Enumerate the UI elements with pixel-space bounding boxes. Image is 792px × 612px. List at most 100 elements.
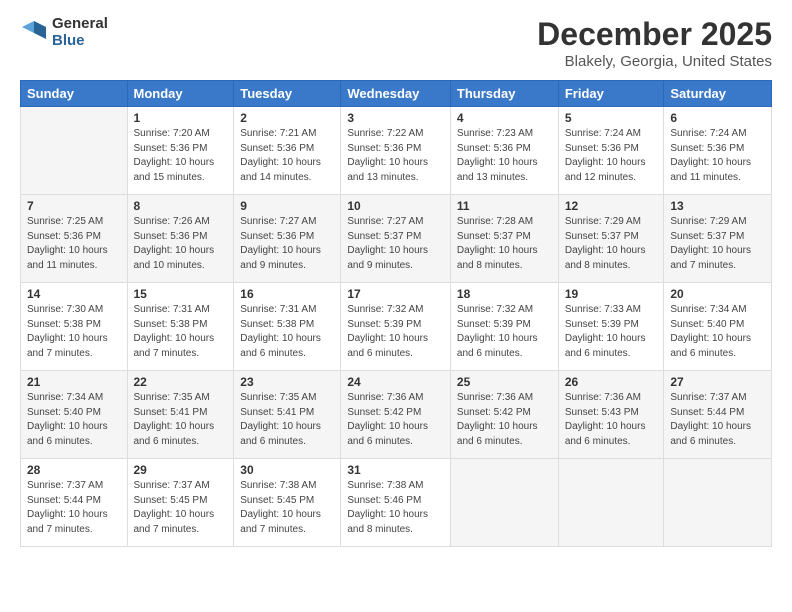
table-row: 14Sunrise: 7:30 AMSunset: 5:38 PMDayligh… [21, 283, 128, 371]
day-info: Sunrise: 7:36 AMSunset: 5:42 PMDaylight:… [457, 391, 552, 449]
day-info: Sunrise: 7:20 AMSunset: 5:36 PMDaylight:… [134, 127, 228, 185]
calendar-table: Sunday Monday Tuesday Wednesday Thursday… [20, 80, 772, 547]
col-tuesday: Tuesday [234, 81, 341, 107]
table-row: 31 Sunrise: 7:38 AMSunset: 5:46 PMDayligh… [341, 459, 451, 547]
day-number: 29 [134, 463, 228, 477]
day-info: Sunrise: 7:28 AMSunset: 5:37 PMDaylight:… [457, 215, 552, 273]
table-row: 3 Sunrise: 7:22 AMSunset: 5:36 PMDaylight… [341, 107, 451, 195]
table-row: 21Sunrise: 7:34 AMSunset: 5:40 PMDayligh… [21, 371, 128, 459]
day-number: 1 [134, 111, 228, 125]
logo-blue-text: Blue [52, 33, 108, 50]
day-number: 30 [240, 463, 334, 477]
table-row: 18 Sunrise: 7:32 AMSunset: 5:39 PMDayligh… [450, 283, 558, 371]
logo-icon [20, 19, 48, 47]
day-number: 22 [134, 375, 228, 389]
day-info: Sunrise: 7:31 AMSunset: 5:38 PMDaylight:… [134, 303, 228, 361]
table-row: 6 Sunrise: 7:24 AMSunset: 5:36 PMDaylight… [664, 107, 772, 195]
day-number: 17 [347, 287, 444, 301]
day-number: 5 [565, 111, 658, 125]
col-monday: Monday [127, 81, 234, 107]
table-row [664, 459, 772, 547]
table-row: 13 Sunrise: 7:29 AMSunset: 5:37 PMDayligh… [664, 195, 772, 283]
col-wednesday: Wednesday [341, 81, 451, 107]
calendar-week-row: 14Sunrise: 7:30 AMSunset: 5:38 PMDayligh… [21, 283, 772, 371]
table-row: 26 Sunrise: 7:36 AMSunset: 5:43 PMDayligh… [558, 371, 664, 459]
table-row: 23Sunrise: 7:35 AMSunset: 5:41 PMDayligh… [234, 371, 341, 459]
day-info: Sunrise: 7:21 AMSunset: 5:36 PMDaylight:… [240, 127, 334, 185]
page: General Blue December 2025 Blakely, Geor… [0, 0, 792, 612]
subtitle: Blakely, Georgia, United States [537, 53, 772, 70]
day-info: Sunrise: 7:32 AMSunset: 5:39 PMDaylight:… [457, 303, 552, 361]
col-saturday: Saturday [664, 81, 772, 107]
calendar-week-row: 7 Sunrise: 7:25 AMSunset: 5:36 PMDaylight… [21, 195, 772, 283]
day-number: 18 [457, 287, 552, 301]
day-number: 7 [27, 199, 121, 213]
day-number: 12 [565, 199, 658, 213]
logo: General Blue [20, 16, 108, 49]
table-row: 4 Sunrise: 7:23 AMSunset: 5:36 PMDaylight… [450, 107, 558, 195]
day-number: 6 [670, 111, 765, 125]
day-info: Sunrise: 7:27 AMSunset: 5:37 PMDaylight:… [347, 215, 444, 273]
table-row [450, 459, 558, 547]
day-info: Sunrise: 7:38 AMSunset: 5:45 PMDaylight:… [240, 479, 334, 537]
day-number: 25 [457, 375, 552, 389]
col-friday: Friday [558, 81, 664, 107]
day-number: 31 [347, 463, 444, 477]
day-info: Sunrise: 7:30 AMSunset: 5:38 PMDaylight:… [27, 303, 121, 361]
day-info: Sunrise: 7:35 AMSunset: 5:41 PMDaylight:… [240, 391, 334, 449]
day-number: 26 [565, 375, 658, 389]
day-info: Sunrise: 7:36 AMSunset: 5:42 PMDaylight:… [347, 391, 444, 449]
table-row: 8Sunrise: 7:26 AMSunset: 5:36 PMDaylight… [127, 195, 234, 283]
day-info: Sunrise: 7:27 AMSunset: 5:36 PMDaylight:… [240, 215, 334, 273]
table-row: 7 Sunrise: 7:25 AMSunset: 5:36 PMDaylight… [21, 195, 128, 283]
day-number: 10 [347, 199, 444, 213]
table-row: 10 Sunrise: 7:27 AMSunset: 5:37 PMDayligh… [341, 195, 451, 283]
col-sunday: Sunday [21, 81, 128, 107]
day-info: Sunrise: 7:25 AMSunset: 5:36 PMDaylight:… [27, 215, 121, 273]
day-number: 11 [457, 199, 552, 213]
table-row: 5 Sunrise: 7:24 AMSunset: 5:36 PMDaylight… [558, 107, 664, 195]
title-block: December 2025 Blakely, Georgia, United S… [537, 16, 772, 70]
table-row: 30 Sunrise: 7:38 AMSunset: 5:45 PMDayligh… [234, 459, 341, 547]
day-info: Sunrise: 7:23 AMSunset: 5:36 PMDaylight:… [457, 127, 552, 185]
calendar-header-row: Sunday Monday Tuesday Wednesday Thursday… [21, 81, 772, 107]
day-info: Sunrise: 7:29 AMSunset: 5:37 PMDaylight:… [670, 215, 765, 273]
day-number: 4 [457, 111, 552, 125]
day-info: Sunrise: 7:38 AMSunset: 5:46 PMDaylight:… [347, 479, 444, 537]
day-info: Sunrise: 7:37 AMSunset: 5:45 PMDaylight:… [134, 479, 228, 537]
day-number: 8 [134, 199, 228, 213]
day-info: Sunrise: 7:37 AMSunset: 5:44 PMDaylight:… [670, 391, 765, 449]
table-row: 11 Sunrise: 7:28 AMSunset: 5:37 PMDayligh… [450, 195, 558, 283]
day-info: Sunrise: 7:32 AMSunset: 5:39 PMDaylight:… [347, 303, 444, 361]
day-number: 24 [347, 375, 444, 389]
day-info: Sunrise: 7:37 AMSunset: 5:44 PMDaylight:… [27, 479, 121, 537]
table-row: 20Sunrise: 7:34 AMSunset: 5:40 PMDayligh… [664, 283, 772, 371]
day-number: 19 [565, 287, 658, 301]
day-number: 13 [670, 199, 765, 213]
table-row: 17 Sunrise: 7:32 AMSunset: 5:39 PMDayligh… [341, 283, 451, 371]
table-row: 28 Sunrise: 7:37 AMSunset: 5:44 PMDayligh… [21, 459, 128, 547]
table-row: 2Sunrise: 7:21 AMSunset: 5:36 PMDaylight… [234, 107, 341, 195]
day-info: Sunrise: 7:22 AMSunset: 5:36 PMDaylight:… [347, 127, 444, 185]
day-number: 3 [347, 111, 444, 125]
day-number: 9 [240, 199, 334, 213]
table-row: 1 Sunrise: 7:20 AMSunset: 5:36 PMDaylight… [127, 107, 234, 195]
day-info: Sunrise: 7:31 AMSunset: 5:38 PMDaylight:… [240, 303, 334, 361]
table-row: 25 Sunrise: 7:36 AMSunset: 5:42 PMDayligh… [450, 371, 558, 459]
logo-text: General Blue [52, 16, 108, 49]
calendar-week-row: 28 Sunrise: 7:37 AMSunset: 5:44 PMDayligh… [21, 459, 772, 547]
day-info: Sunrise: 7:35 AMSunset: 5:41 PMDaylight:… [134, 391, 228, 449]
day-number: 27 [670, 375, 765, 389]
day-info: Sunrise: 7:24 AMSunset: 5:36 PMDaylight:… [565, 127, 658, 185]
table-row: 24 Sunrise: 7:36 AMSunset: 5:42 PMDayligh… [341, 371, 451, 459]
table-row: 15 Sunrise: 7:31 AMSunset: 5:38 PMDayligh… [127, 283, 234, 371]
day-number: 15 [134, 287, 228, 301]
day-info: Sunrise: 7:24 AMSunset: 5:36 PMDaylight:… [670, 127, 765, 185]
day-number: 28 [27, 463, 121, 477]
day-info: Sunrise: 7:29 AMSunset: 5:37 PMDaylight:… [565, 215, 658, 273]
day-info: Sunrise: 7:33 AMSunset: 5:39 PMDaylight:… [565, 303, 658, 361]
table-row: 27 Sunrise: 7:37 AMSunset: 5:44 PMDayligh… [664, 371, 772, 459]
day-info: Sunrise: 7:36 AMSunset: 5:43 PMDaylight:… [565, 391, 658, 449]
logo-general-text: General [52, 16, 108, 33]
table-row: 22 Sunrise: 7:35 AMSunset: 5:41 PMDayligh… [127, 371, 234, 459]
